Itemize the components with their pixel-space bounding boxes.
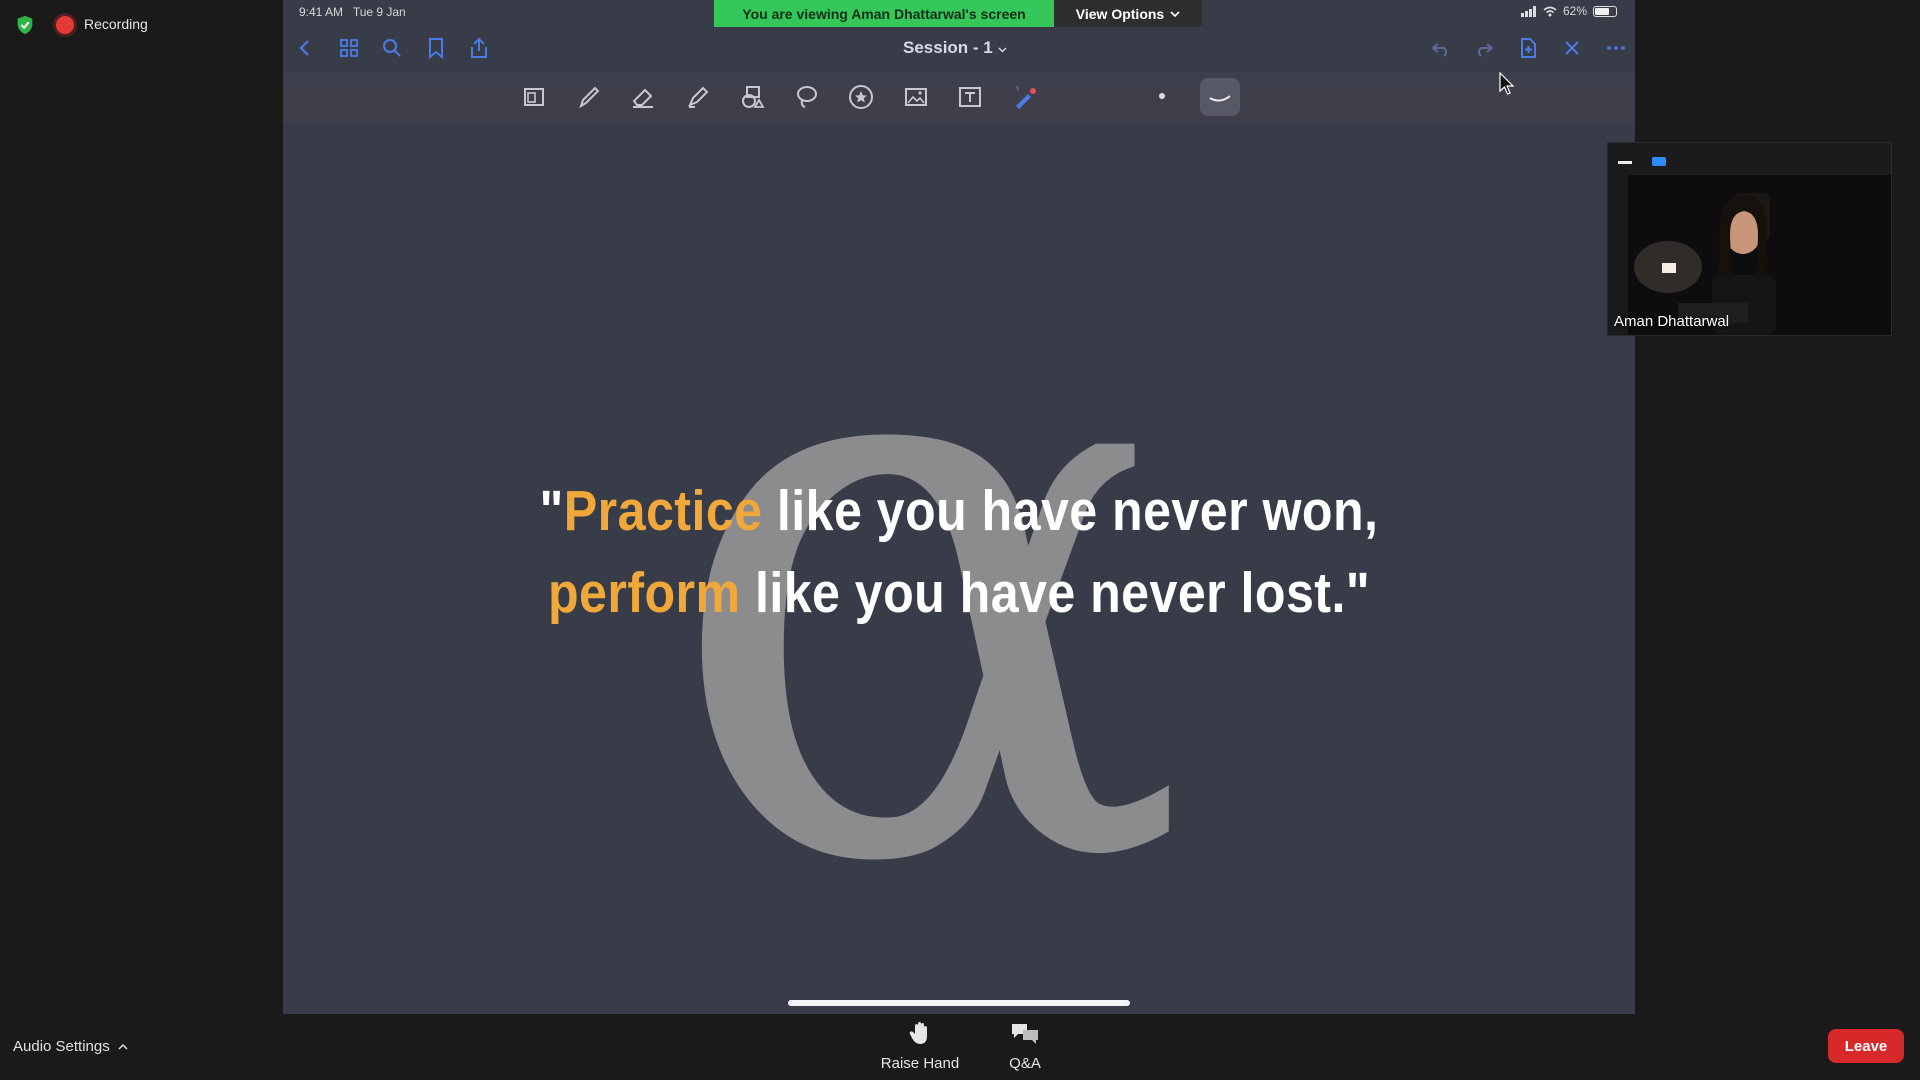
mouse-cursor-icon: [1499, 72, 1515, 95]
stroke-size-dot[interactable]: [1159, 93, 1165, 99]
status-time: 9:41 AM Tue 9 Jan: [299, 5, 406, 19]
recording-label: Recording: [84, 16, 148, 32]
quote-highlight-practice: Practice: [563, 479, 763, 543]
battery-percent: 62%: [1562, 4, 1587, 18]
motivational-quote: "Practice like you have never won, perfo…: [364, 470, 1554, 634]
screen-share-banner: You are viewing Aman Dhattarwal's screen: [714, 0, 1054, 27]
close-icon[interactable]: [1560, 36, 1584, 60]
laser-pointer-icon[interactable]: [1010, 82, 1040, 112]
quote-line-1-rest: like you have never won,: [762, 479, 1379, 543]
sticker-star-icon[interactable]: [846, 82, 876, 112]
lasso-tool-icon[interactable]: [792, 82, 822, 112]
share-icon[interactable]: [467, 36, 491, 60]
chevron-down-icon: [998, 47, 1006, 53]
security-shield-icon[interactable]: [14, 14, 36, 36]
add-page-icon[interactable]: [1516, 36, 1540, 60]
qa-label: Q&A: [1009, 1055, 1041, 1072]
cellular-signal-icon: [1520, 5, 1536, 17]
participant-video-tile[interactable]: Aman Dhattarwal: [1607, 142, 1892, 336]
view-options-button[interactable]: View Options: [1054, 0, 1202, 27]
raise-hand-button[interactable]: Raise Hand: [880, 1020, 960, 1072]
image-insert-icon[interactable]: [901, 82, 931, 112]
home-indicator: [788, 1000, 1130, 1006]
session-title-label: Session - 1: [903, 38, 993, 57]
status-indicators: 62%: [1520, 4, 1617, 18]
raise-hand-icon: [909, 1022, 927, 1044]
session-title[interactable]: Session - 1: [903, 38, 1007, 58]
quote-line-2: perform like you have never lost.": [364, 552, 1554, 634]
recording-indicator-icon: [56, 16, 74, 34]
meeting-controls-bar: [0, 1014, 1920, 1080]
participant-video-feed: [1608, 175, 1891, 335]
quote-highlight-perform: perform: [547, 561, 741, 625]
audio-settings-label: Audio Settings: [13, 1038, 110, 1055]
shared-screen: 9:41 AM Tue 9 Jan 62% You are viewing Am…: [283, 0, 1635, 1014]
search-icon[interactable]: [380, 36, 404, 60]
battery-icon: [1593, 5, 1617, 17]
drawing-toolbar: [283, 72, 1635, 122]
chevron-down-icon: [1170, 10, 1180, 17]
qa-chat-icon: [1012, 1024, 1038, 1044]
stroke-curve-icon: [1209, 95, 1231, 102]
participant-name: Aman Dhattarwal: [1614, 313, 1730, 330]
leave-meeting-button[interactable]: Leave: [1828, 1029, 1904, 1063]
view-options-label: View Options: [1075, 5, 1165, 22]
video-tile-header: [1608, 143, 1891, 175]
redo-icon[interactable]: [1472, 36, 1496, 60]
eraser-tool-icon[interactable]: [628, 82, 658, 112]
shapes-tool-icon[interactable]: [737, 82, 767, 112]
audio-settings-button[interactable]: Audio Settings: [13, 1038, 128, 1055]
minimize-video-button[interactable]: [1618, 161, 1632, 164]
back-icon[interactable]: [293, 36, 317, 60]
more-options-icon[interactable]: [1604, 36, 1628, 60]
undo-icon[interactable]: [1429, 36, 1453, 60]
grid-view-icon[interactable]: [337, 36, 361, 60]
bookmark-icon[interactable]: [424, 36, 448, 60]
raise-hand-label: Raise Hand: [880, 1055, 960, 1072]
page-layout-icon[interactable]: [519, 82, 549, 112]
pen-tool-icon[interactable]: [574, 82, 604, 112]
highlighter-tool-icon[interactable]: [683, 82, 713, 112]
quote-line-1: "Practice like you have never won,: [364, 470, 1554, 552]
notes-nav-bar: Session - 1: [283, 30, 1635, 66]
chevron-up-icon: [118, 1043, 128, 1050]
stroke-style-selector[interactable]: [1200, 78, 1240, 116]
wifi-icon: [1543, 6, 1557, 16]
qa-button[interactable]: Q&A: [995, 1020, 1055, 1072]
text-box-icon[interactable]: [955, 82, 985, 112]
switch-view-button[interactable]: [1652, 157, 1666, 166]
quote-line-2-rest: like you have never lost.": [740, 561, 1371, 625]
quote-open-mark: ": [539, 479, 564, 543]
